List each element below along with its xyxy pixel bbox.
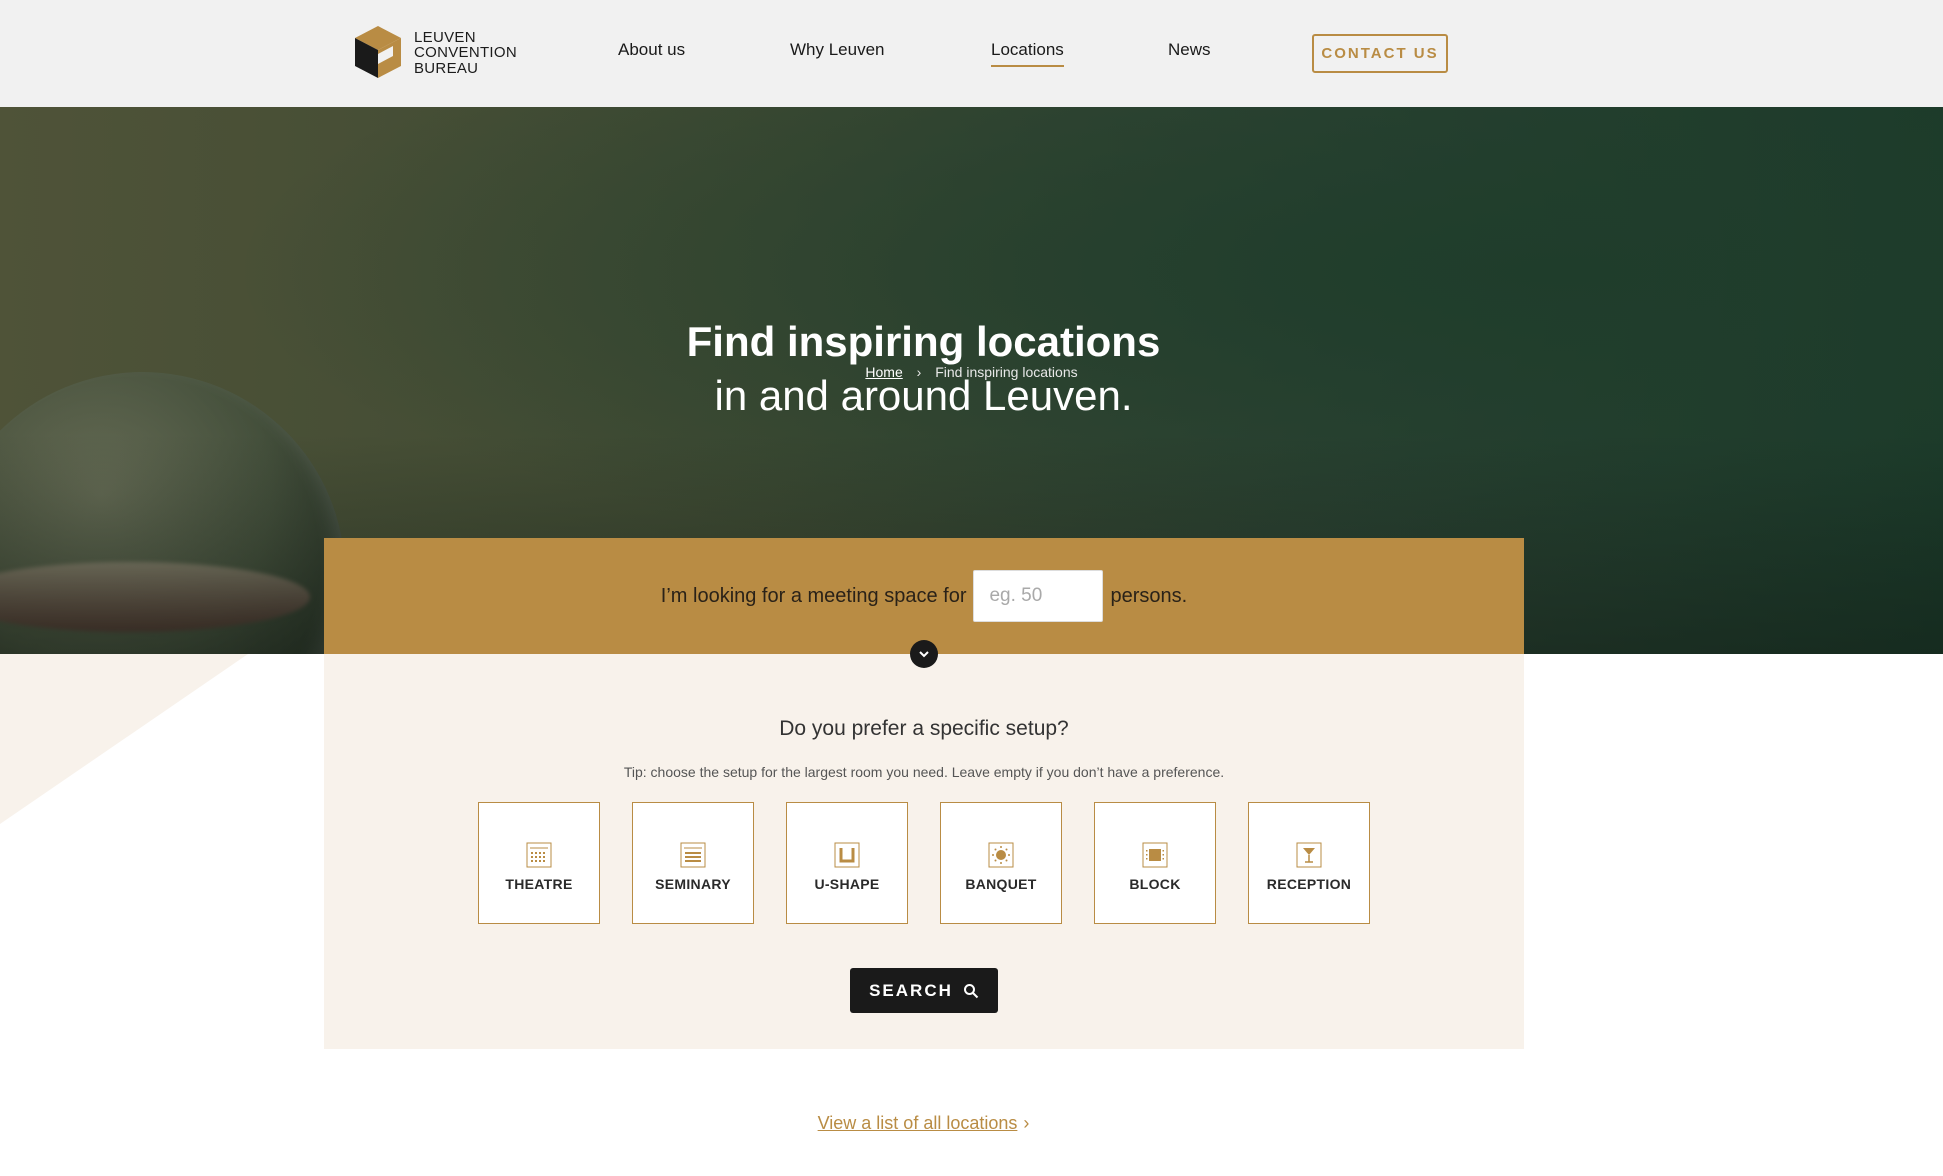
nav-about-us[interactable]: About us [618, 40, 685, 60]
search-icon [963, 983, 979, 998]
page-subtitle: in and around Leuven. [714, 372, 1133, 419]
u-shape-icon [834, 842, 860, 868]
setup-label: U-SHAPE [814, 876, 880, 892]
theatre-icon [526, 842, 552, 868]
setup-tip: Tip: choose the setup for the largest ro… [623, 764, 1225, 780]
setup-label: THEATRE [505, 876, 573, 892]
search-button-label: SEARCH [869, 980, 953, 1000]
site-logo[interactable]: LEUVEN CONVENTION BUREAU [349, 24, 517, 82]
setup-label: BANQUET [965, 876, 1037, 892]
decorative-triangle [0, 654, 248, 824]
setup-u-shape[interactable]: U-SHAPE [786, 802, 908, 924]
setup-label: BLOCK [1129, 876, 1181, 892]
chevron-right-icon: › [1023, 1113, 1030, 1133]
search-panel-header: I’m looking for a meeting space for pers… [324, 538, 1524, 654]
persons-input[interactable] [973, 570, 1104, 622]
contact-us-button[interactable]: CONTACT US [1312, 34, 1448, 73]
site-header: LEUVEN CONVENTION BUREAU About us Why Le… [0, 0, 1943, 107]
setup-options: THEATRE SEMINARY U-SHAPE BANQUET BLOCK R… [478, 802, 1370, 924]
setup-question: Do you prefer a specific setup? [779, 717, 1069, 740]
logo-line-1: LEUVEN [414, 28, 476, 46]
setup-banquet[interactable]: BANQUET [940, 802, 1062, 924]
logo-line-3: BUREAU [414, 59, 479, 77]
all-locations-row: View a list of all locations › [0, 1113, 1847, 1134]
setup-panel: Do you prefer a specific setup? Tip: cho… [324, 654, 1524, 1049]
nav-locations[interactable]: Locations [991, 40, 1064, 67]
page-title: Find inspiring locations [686, 318, 1161, 365]
setup-label: SEMINARY [655, 876, 731, 892]
setup-label: RECEPTION [1266, 876, 1352, 892]
setup-reception[interactable]: RECEPTION [1248, 802, 1370, 924]
reception-icon [1296, 842, 1322, 868]
setup-theatre[interactable]: THEATRE [478, 802, 600, 924]
nav-why-leuven[interactable]: Why Leuven [790, 40, 885, 60]
logo-icon [355, 26, 401, 78]
all-locations-link[interactable]: View a list of all locations [818, 1113, 1018, 1133]
meeting-suffix-label: persons. [1110, 584, 1188, 607]
meeting-prefix-label: I’m looking for a meeting space for [660, 584, 967, 607]
meeting-size-row: I’m looking for a meeting space for pers… [324, 570, 1524, 622]
seminary-icon [680, 842, 706, 868]
search-button[interactable]: SEARCH [850, 968, 998, 1013]
setup-seminary[interactable]: SEMINARY [632, 802, 754, 924]
logo-line-2: CONVENTION [414, 44, 518, 62]
logo-text: LEUVEN CONVENTION BUREAU [414, 30, 517, 77]
setup-block[interactable]: BLOCK [1094, 802, 1216, 924]
expand-toggle-button[interactable] [910, 640, 938, 668]
block-icon [1142, 842, 1168, 868]
banquet-icon [988, 842, 1014, 868]
chevron-down-icon [919, 651, 929, 658]
nav-news[interactable]: News [1168, 40, 1211, 60]
